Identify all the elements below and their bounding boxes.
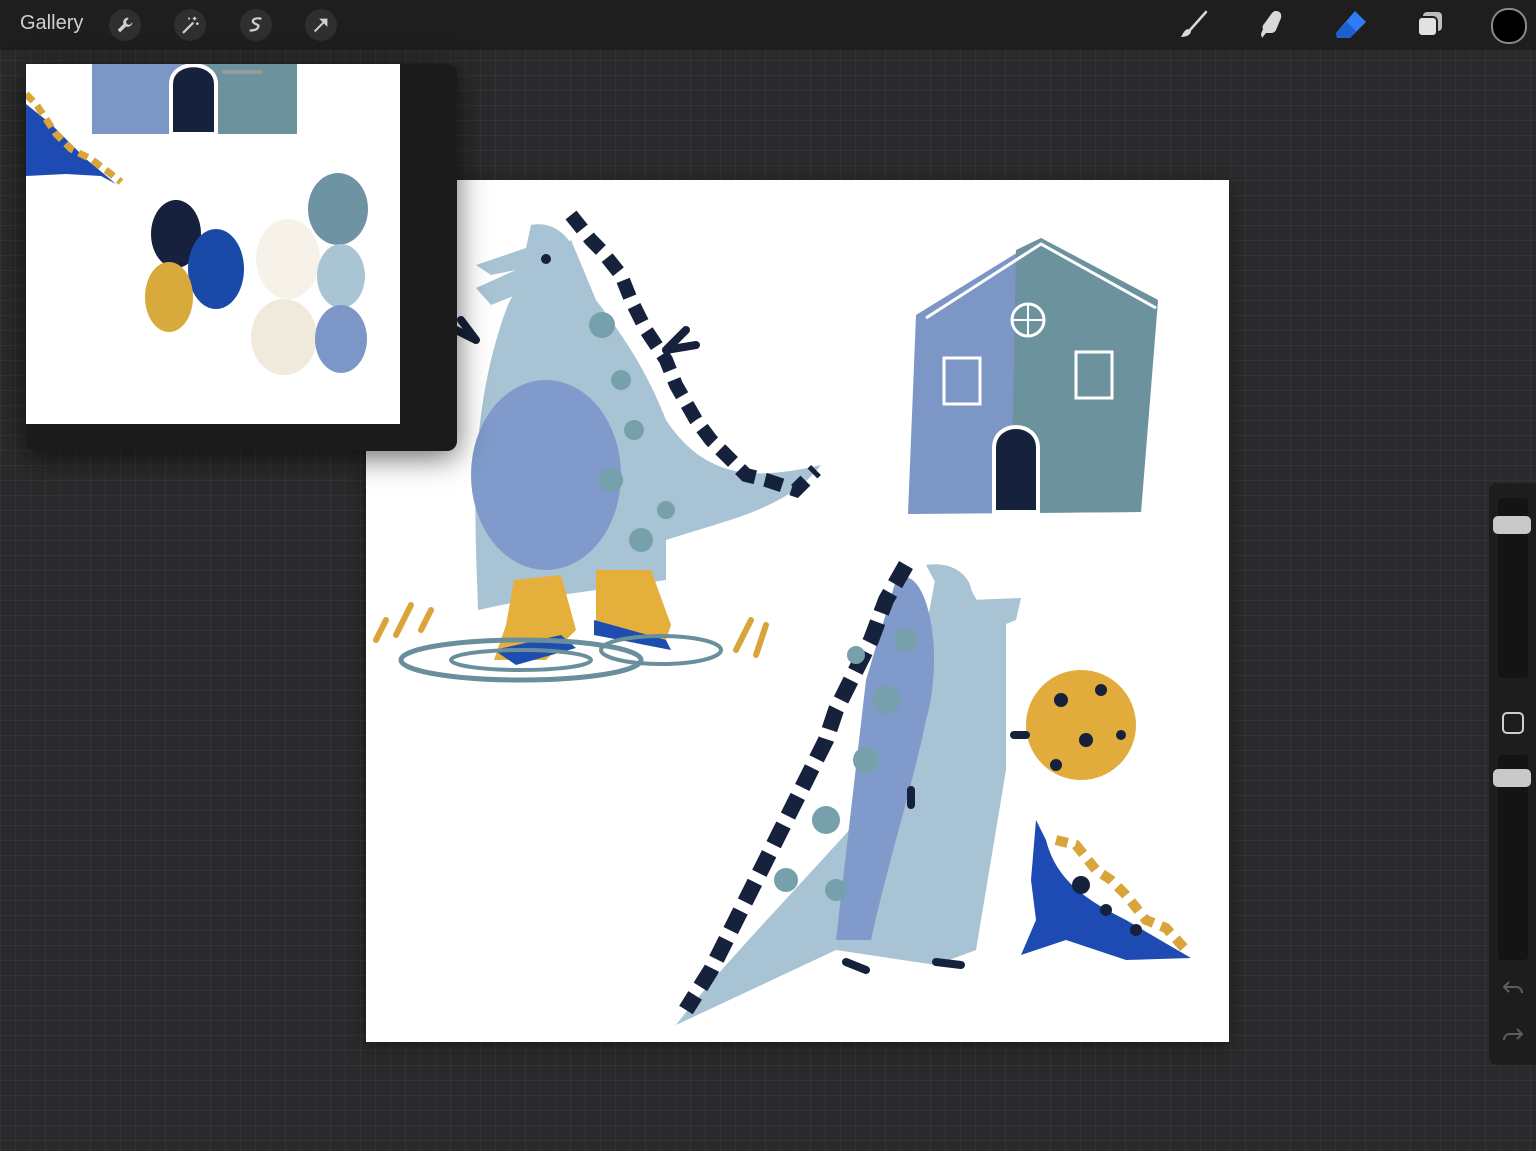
palette-artwork (26, 64, 368, 375)
transform-arrow-icon (313, 18, 328, 33)
adjustments-button[interactable] (174, 9, 206, 41)
wrench-icon (117, 17, 133, 33)
brush-size-thumb[interactable] (1493, 516, 1531, 534)
gallery-button[interactable]: Gallery (20, 12, 83, 35)
undo-icon[interactable] (1501, 976, 1525, 1000)
modify-button[interactable] (1502, 712, 1524, 734)
smudge-icon[interactable] (1254, 8, 1290, 42)
layers-icon[interactable] (1412, 8, 1448, 42)
house (908, 238, 1158, 514)
drag-handle[interactable] (222, 70, 262, 74)
opacity-thumb[interactable] (1493, 769, 1531, 787)
artwork (373, 210, 1191, 1025)
redo-icon[interactable] (1501, 1023, 1525, 1047)
reference-panel[interactable] (26, 64, 457, 451)
top-toolbar: Gallery (0, 0, 1536, 50)
transform-button[interactable] (305, 9, 337, 41)
selection-button[interactable] (240, 9, 272, 41)
color-picker-button[interactable] (1491, 8, 1527, 44)
brush-icon[interactable] (1176, 8, 1212, 42)
brush-size-slider[interactable] (1493, 498, 1531, 678)
eraser-icon[interactable] (1333, 8, 1369, 42)
actions-button[interactable] (109, 9, 141, 41)
magic-wand-icon (182, 16, 199, 34)
reference-image (26, 64, 400, 424)
opacity-slider[interactable] (1493, 755, 1531, 960)
drawing-canvas[interactable] (366, 180, 1229, 1042)
selection-icon (249, 17, 262, 32)
sidebar (1489, 483, 1536, 1065)
small-dino (1021, 820, 1191, 960)
